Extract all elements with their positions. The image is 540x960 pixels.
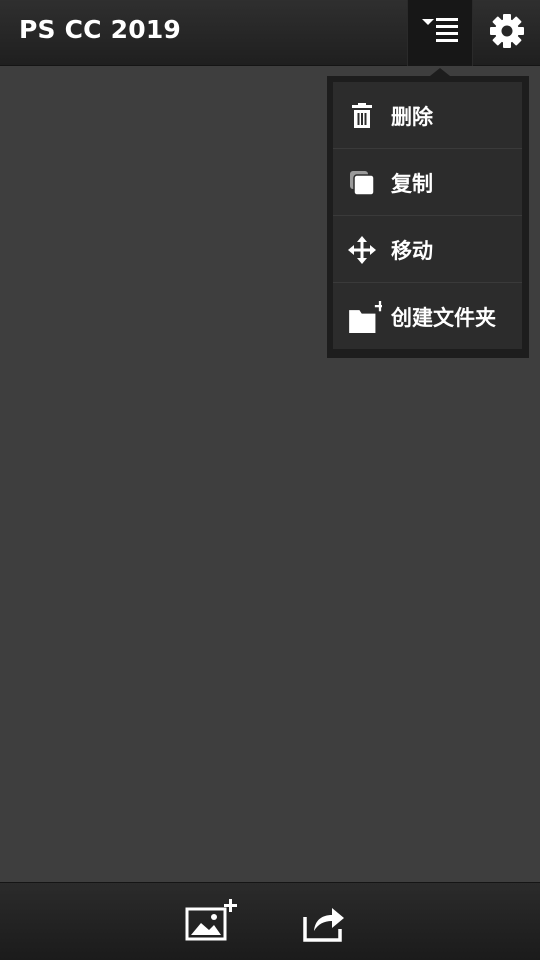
dropdown-menu: 删除 复制 移动 创建文件夹 bbox=[327, 76, 529, 358]
sort-list-icon bbox=[422, 18, 458, 42]
copy-icon bbox=[350, 171, 375, 196]
menu-item-label: 移动 bbox=[391, 239, 433, 263]
trash-icon bbox=[352, 103, 372, 128]
new-folder-icon bbox=[349, 301, 382, 333]
menu-item-label: 创建文件夹 bbox=[391, 306, 496, 330]
dropdown-caret bbox=[430, 68, 450, 76]
share-icon[interactable] bbox=[302, 903, 346, 943]
menu-button[interactable] bbox=[407, 0, 473, 66]
menu-item-create-folder[interactable]: 创建文件夹 bbox=[333, 283, 522, 349]
menu-item-move[interactable]: 移动 bbox=[333, 216, 522, 283]
menu-item-label: 删除 bbox=[391, 105, 433, 129]
bottom-toolbar bbox=[0, 882, 540, 960]
settings-button[interactable] bbox=[474, 0, 540, 66]
top-app-bar: PS CC 2019 bbox=[0, 0, 540, 66]
add-image-icon[interactable] bbox=[184, 899, 240, 943]
move-arrows-icon bbox=[348, 236, 376, 264]
menu-item-label: 复制 bbox=[391, 172, 433, 196]
menu-item-copy[interactable]: 复制 bbox=[333, 149, 522, 216]
menu-item-delete[interactable]: 删除 bbox=[333, 82, 522, 149]
gear-icon bbox=[490, 14, 524, 48]
app-title: PS CC 2019 bbox=[19, 15, 182, 44]
